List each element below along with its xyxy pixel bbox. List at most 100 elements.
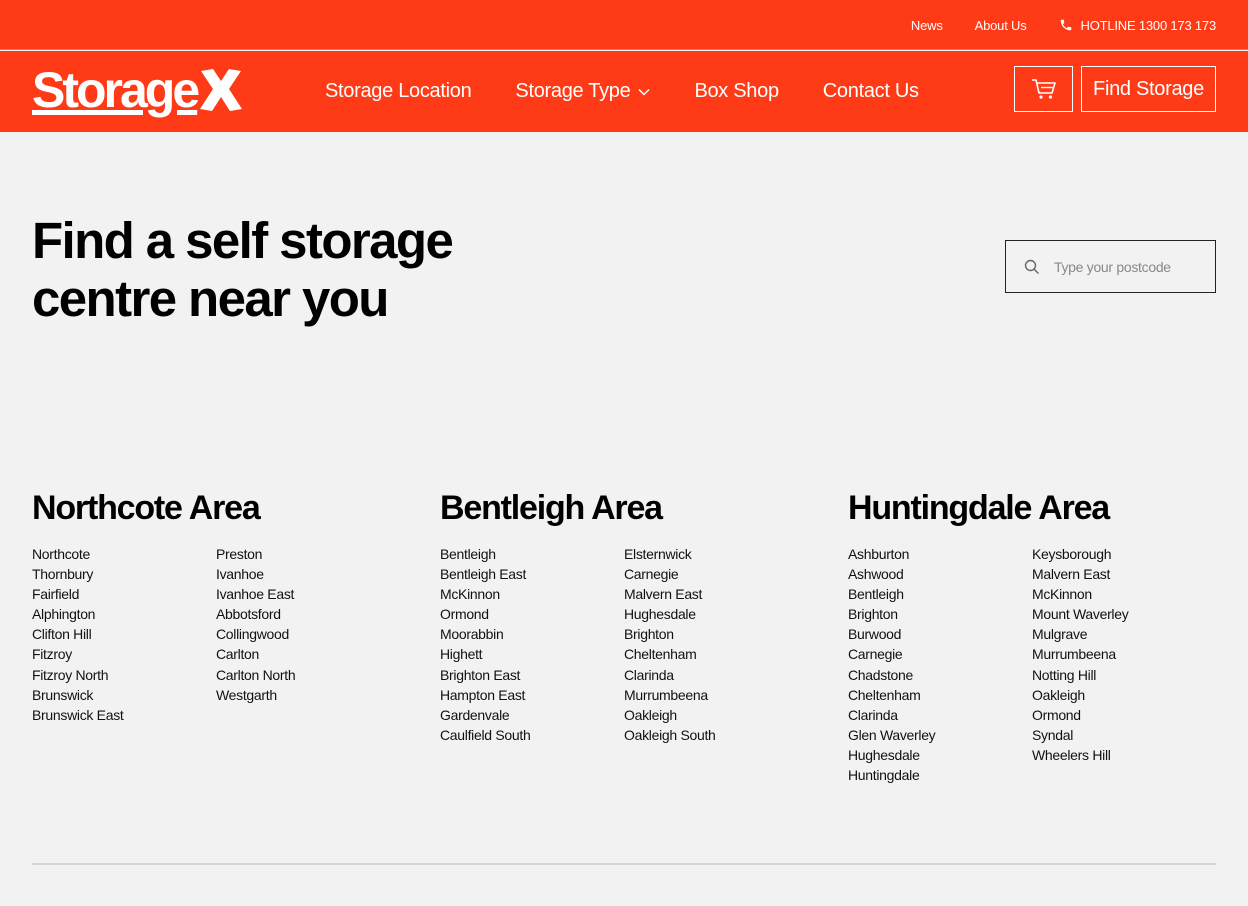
suburb-link[interactable]: Cheltenham [624, 644, 716, 664]
suburb-link[interactable]: Huntingdale [848, 765, 935, 785]
suburb-column-2: Elsternwick Carnegie Malvern East Hughes… [624, 544, 716, 745]
suburb-link[interactable]: Ivanhoe East [216, 584, 295, 604]
suburb-column-2: Keysborough Malvern East McKinnon Mount … [1032, 544, 1129, 765]
suburb-link[interactable]: Hughesdale [624, 604, 716, 624]
suburb-link[interactable]: Carlton [216, 644, 295, 664]
suburb-link[interactable]: Bentleigh [440, 544, 530, 564]
page-title-line1: Find a self storage [32, 212, 454, 269]
suburb-link[interactable]: Caulfield South [440, 725, 531, 745]
suburb-link[interactable]: Elsternwick [624, 544, 716, 564]
suburb-link[interactable]: Ormond [440, 604, 530, 624]
logo-wordmark: Storage [32, 62, 200, 118]
area-title: Bentleigh Area [440, 489, 663, 527]
suburb-link[interactable]: Mulgrave [1032, 624, 1128, 644]
primary-nav: Storage Location Storage Type Box Shop C… [325, 51, 919, 132]
suburb-column-1: Bentleigh Bentleigh East McKinnon Ormond… [440, 544, 531, 745]
suburb-link[interactable]: Murrumbeena [624, 685, 716, 705]
suburb-link[interactable]: Oakleigh South [624, 725, 716, 745]
suburb-link[interactable]: Northcote [32, 544, 124, 564]
suburb-link[interactable]: Bentleigh [848, 584, 935, 604]
postcode-search [1005, 240, 1216, 293]
suburb-link[interactable]: Murrumbeena [1032, 644, 1128, 664]
suburb-link[interactable]: Westgarth [216, 685, 295, 705]
suburb-link[interactable]: Syndal [1032, 725, 1128, 745]
page-title-line2: centre near you [32, 270, 389, 327]
logo-x-mark-icon [200, 69, 243, 111]
suburb-link[interactable]: Thornbury [32, 564, 124, 584]
suburb-link[interactable]: Hughesdale [848, 745, 935, 765]
search-icon [1024, 259, 1039, 274]
suburb-link[interactable]: Preston [216, 544, 295, 564]
storagex-logo[interactable]: Storage [32, 65, 243, 115]
suburb-link[interactable]: Carlton North [216, 665, 296, 685]
suburb-link[interactable]: Brighton [848, 604, 935, 624]
suburb-column-1: Northcote Thornbury Fairfield Alphington… [32, 544, 124, 725]
nav-storage-type-label: Storage Type [515, 80, 631, 102]
suburb-link[interactable]: Ivanhoe [216, 564, 295, 584]
suburb-link[interactable]: Carnegie [848, 644, 935, 664]
suburb-link[interactable]: Ashburton [848, 544, 935, 564]
suburb-link[interactable]: Fitzroy [32, 644, 124, 664]
suburb-link[interactable]: Brighton [624, 624, 716, 644]
suburb-link[interactable]: Glen Waverley [848, 725, 936, 745]
area-title: Northcote Area [32, 489, 261, 527]
suburb-link[interactable]: Moorabbin [440, 624, 530, 644]
suburb-link[interactable]: Keysborough [1032, 544, 1128, 564]
suburb-link[interactable]: McKinnon [440, 584, 530, 604]
suburb-link[interactable]: Abbotsford [216, 604, 295, 624]
suburb-column-2: Preston Ivanhoe Ivanhoe East Abbotsford … [216, 544, 296, 705]
page-title: Find a self storage centre near you [32, 212, 552, 328]
nav-contact-us[interactable]: Contact Us [823, 80, 919, 103]
suburb-link[interactable]: McKinnon [1032, 584, 1128, 604]
suburb-link[interactable]: Fairfield [32, 584, 124, 604]
hotline-text: HOTLINE 1300 173 173 [1080, 17, 1217, 33]
suburb-link[interactable]: Clarinda [848, 705, 935, 725]
suburb-link[interactable]: Hampton East [440, 685, 530, 705]
news-link[interactable]: News [911, 18, 943, 33]
main-navbar: Storage Storage Location Storage Type Bo… [0, 51, 1248, 132]
suburb-link[interactable]: Fitzroy North [32, 665, 124, 685]
chevron-down-icon [638, 88, 650, 96]
suburb-link[interactable]: Notting Hill [1032, 665, 1128, 685]
area-huntingdale: Huntingdale Area Ashburton Ashwood Bentl… [848, 488, 1218, 783]
nav-storage-location[interactable]: Storage Location [325, 80, 472, 103]
suburb-link[interactable]: Carnegie [624, 564, 716, 584]
suburb-link[interactable]: Collingwood [216, 624, 295, 644]
shopping-cart-icon [1031, 79, 1056, 99]
section-divider [32, 863, 1216, 865]
suburb-link[interactable]: Ashwood [848, 564, 935, 584]
suburb-link[interactable]: Burwood [848, 624, 935, 644]
suburb-link[interactable]: Wheelers Hill [1032, 745, 1128, 765]
suburb-link[interactable]: Brighton East [440, 665, 530, 685]
suburb-link[interactable]: Alphington [32, 604, 124, 624]
area-title: Huntingdale Area [848, 489, 1110, 527]
suburb-link[interactable]: Clarinda [624, 665, 716, 685]
suburb-link[interactable]: Brunswick East [32, 705, 124, 725]
about-us-link[interactable]: About Us [975, 18, 1027, 33]
suburb-link[interactable]: Bentleigh East [440, 564, 530, 584]
top-links: News About Us HOTLINE 1300 173 173 [911, 0, 1216, 50]
area-northcote: Northcote Area Northcote Thornbury Fairf… [32, 488, 402, 723]
suburb-link[interactable]: Cheltenham [848, 685, 935, 705]
suburb-link[interactable]: Brunswick [32, 685, 124, 705]
suburb-link[interactable]: Oakleigh [1032, 685, 1128, 705]
cart-button[interactable] [1014, 66, 1073, 112]
suburb-link[interactable]: Chadstone [848, 665, 935, 685]
suburb-link[interactable]: Gardenvale [440, 705, 530, 725]
suburb-link[interactable]: Oakleigh [624, 705, 716, 725]
find-storage-button[interactable]: Find Storage [1081, 66, 1216, 112]
area-bentleigh: Bentleigh Area Bentleigh Bentleigh East … [440, 488, 810, 743]
suburb-link[interactable]: Mount Waverley [1032, 604, 1129, 624]
suburb-column-1: Ashburton Ashwood Bentleigh Brighton Bur… [848, 544, 936, 785]
suburb-link[interactable]: Clifton Hill [32, 624, 124, 644]
postcode-input[interactable] [1054, 258, 1194, 275]
nav-box-shop[interactable]: Box Shop [694, 80, 779, 103]
hotline-link[interactable]: HOTLINE 1300 173 173 [1059, 18, 1216, 33]
suburb-link[interactable]: Malvern East [1032, 564, 1128, 584]
suburb-link[interactable]: Highett [440, 644, 530, 664]
suburb-link[interactable]: Malvern East [624, 584, 716, 604]
top-utility-bar: News About Us HOTLINE 1300 173 173 [0, 0, 1248, 50]
phone-icon [1060, 19, 1071, 31]
nav-storage-type[interactable]: Storage Type [515, 80, 650, 103]
suburb-link[interactable]: Ormond [1032, 705, 1128, 725]
